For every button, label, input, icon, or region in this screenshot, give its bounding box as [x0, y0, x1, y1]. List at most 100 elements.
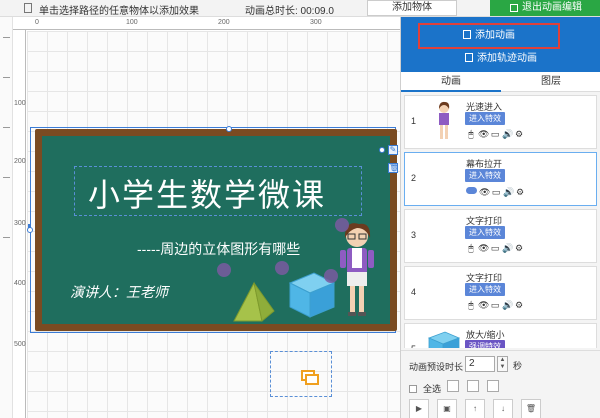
- ruler-number: 200: [14, 158, 26, 165]
- add-animation-label: 添加动画: [475, 30, 515, 41]
- mouse-icon[interactable]: 🖱: [466, 300, 476, 310]
- pyramid-shape[interactable]: [232, 281, 276, 325]
- strip-tick: [3, 177, 10, 178]
- eye-icon[interactable]: 👁: [478, 300, 489, 310]
- eye-icon[interactable]: 👁: [478, 129, 489, 139]
- ruler-number: 500: [14, 341, 26, 348]
- top-toolbar: 单击选择路径的任意物体以添加效果 动画总时长: 00:09.0 添加物体 退出动…: [0, 0, 600, 17]
- horizontal-ruler: 0 100 200 300: [13, 17, 400, 30]
- duration-input[interactable]: 2: [465, 356, 495, 372]
- ruler-number: 100: [14, 100, 26, 107]
- move-down-button[interactable]: ↓: [493, 399, 513, 418]
- board-subtitle[interactable]: -----周边的立体图形有哪些: [137, 239, 300, 259]
- editing-canvas[interactable]: 小学生数学微课 -----周边的立体图形有哪些 演讲人：王老师: [27, 31, 400, 418]
- sound-icon[interactable]: 🔊: [503, 187, 514, 197]
- paste-icon[interactable]: [467, 380, 479, 392]
- instruction-hint: 单击选择路径的任意物体以添加效果: [39, 6, 199, 17]
- eye-icon[interactable]: 👁: [479, 187, 490, 197]
- panel-bottom-controls: 动画预设时长 2 ▲ ▼ 秒 全选 ▶ ▣ ↑ ↓ 🗑: [401, 350, 600, 418]
- animation-item[interactable]: 5 放大/缩小 强调特效: [404, 323, 597, 348]
- object-side-tools: ✎ 🗑: [388, 145, 400, 181]
- rotate-handle[interactable]: [226, 126, 232, 132]
- effect-badge[interactable]: 进入特效: [465, 169, 505, 182]
- animation-panel: 添加动画 添加轨迹动画 动画 图层 1 光速进入 进入特效 🖱 👁▭ 🔊 ⚙ 2…: [400, 17, 600, 418]
- ruler-number: 300: [14, 220, 26, 227]
- copy-icon[interactable]: [447, 380, 459, 392]
- left-toolbar-strip: [0, 17, 13, 418]
- add-object-button[interactable]: 添加物体: [367, 0, 457, 16]
- screen-icon[interactable]: ▭: [490, 300, 500, 310]
- item-number: 1: [411, 116, 417, 126]
- brush-icon[interactable]: [487, 380, 499, 392]
- effect-badge[interactable]: 进入特效: [465, 112, 505, 125]
- add-track-animation-button[interactable]: 添加轨迹动画: [401, 49, 600, 69]
- add-track-icon: [465, 53, 473, 62]
- strip-tick: [3, 37, 10, 38]
- play-button[interactable]: ▶: [409, 399, 429, 418]
- tab-animation[interactable]: 动画: [401, 72, 501, 92]
- total-duration-label: 动画总时长: 00:09.0: [245, 6, 334, 17]
- exit-button-label: 退出动画编辑: [522, 2, 582, 13]
- edit-icon[interactable]: ✎: [388, 145, 398, 155]
- document-icon: [24, 3, 32, 13]
- board-speaker[interactable]: 演讲人：王老师: [70, 282, 168, 302]
- mouse-icon[interactable]: 🖱: [466, 129, 476, 139]
- add-animation-icon: [463, 30, 471, 39]
- item-number: 2: [411, 173, 417, 183]
- ruler-number: 100: [126, 19, 138, 26]
- animation-marker[interactable]: [324, 269, 338, 283]
- delete-icon[interactable]: 🗑: [388, 163, 399, 173]
- gear-icon[interactable]: ⚙: [514, 243, 524, 253]
- duration-label: 动画预设时长: [409, 362, 464, 372]
- gear-icon[interactable]: ⚙: [514, 129, 524, 139]
- item-number: 5: [411, 344, 416, 348]
- eye-icon[interactable]: 👁: [478, 243, 489, 253]
- teacher-character[interactable]: [335, 222, 379, 322]
- gear-icon[interactable]: ⚙: [515, 187, 525, 197]
- select-all-checkbox[interactable]: 全选: [409, 382, 441, 395]
- item-number: 3: [411, 230, 417, 240]
- effect-badge[interactable]: 进入特效: [465, 226, 505, 239]
- preview-icon[interactable]: ▣: [437, 399, 457, 418]
- animation-marker[interactable]: [335, 218, 349, 232]
- exit-animation-edit-button[interactable]: 退出动画编辑: [490, 0, 600, 16]
- animation-item[interactable]: 4 文字打印 进入特效 🖱 👁▭ 🔊 ⚙: [404, 266, 597, 320]
- effect-badge[interactable]: 强调特效: [465, 340, 505, 348]
- gear-icon[interactable]: ⚙: [514, 300, 524, 310]
- select-all-label: 全选: [423, 384, 442, 394]
- screen-icon[interactable]: ▭: [491, 187, 501, 197]
- sound-icon[interactable]: 🔊: [502, 129, 513, 139]
- toggle-icon[interactable]: [466, 187, 477, 194]
- effect-badge[interactable]: 进入特效: [465, 283, 505, 296]
- tab-layers[interactable]: 图层: [501, 72, 600, 92]
- mouse-icon[interactable]: 🖱: [466, 243, 476, 253]
- move-up-button[interactable]: ↑: [465, 399, 485, 418]
- duration-stepper[interactable]: ▲ ▼: [497, 356, 508, 372]
- animation-item[interactable]: 1 光速进入 进入特效 🖱 👁▭ 🔊 ⚙: [404, 95, 597, 149]
- animation-marker[interactable]: [217, 263, 231, 277]
- animation-item[interactable]: 2 幕布拉开 进入特效 👁▭ 🔊 ⚙: [404, 152, 597, 206]
- animation-editor: 单击选择路径的任意物体以添加效果 动画总时长: 00:09.0 添加物体 退出动…: [0, 0, 600, 418]
- exit-icon: [510, 4, 518, 12]
- ruler-number: 0: [35, 19, 39, 26]
- resize-handle[interactable]: [27, 227, 33, 233]
- item-controls: 🖱 👁▭ 🔊 ⚙: [466, 299, 526, 311]
- resize-handle[interactable]: [379, 147, 385, 153]
- blackboard[interactable]: 小学生数学微课 -----周边的立体图形有哪些 演讲人：王老师: [35, 129, 397, 331]
- board-title[interactable]: 小学生数学微课: [42, 170, 372, 216]
- screen-icon[interactable]: ▭: [490, 243, 500, 253]
- animation-item[interactable]: 3 文字打印 进入特效 🖱 👁▭ 🔊 ⚙: [404, 209, 597, 263]
- animation-marker[interactable]: [275, 261, 289, 275]
- ruler-number: 300: [310, 19, 322, 26]
- add-animation-button[interactable]: 添加动画: [418, 23, 560, 49]
- sound-icon[interactable]: 🔊: [502, 243, 513, 253]
- cube-thumbnail: [427, 331, 461, 348]
- hidden-object-placeholder[interactable]: [270, 351, 332, 397]
- delete-button[interactable]: 🗑: [521, 399, 541, 418]
- add-track-label: 添加轨迹动画: [477, 53, 537, 64]
- item-controls: 🖱 👁▭ 🔊 ⚙: [466, 242, 526, 254]
- screen-icon[interactable]: ▭: [490, 129, 500, 139]
- sound-icon[interactable]: 🔊: [502, 300, 513, 310]
- panel-header: 添加动画 添加轨迹动画: [401, 17, 600, 72]
- checkbox-icon: [409, 385, 417, 393]
